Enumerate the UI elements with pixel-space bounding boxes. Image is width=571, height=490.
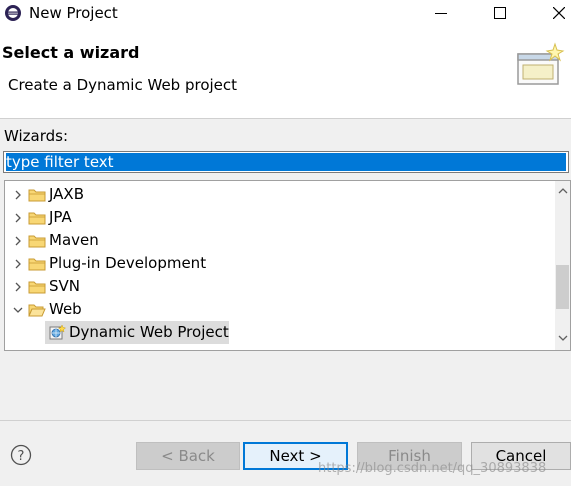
scroll-thumb[interactable] [556,265,569,309]
folder-icon [28,189,46,202]
close-button[interactable] [536,0,571,26]
chevron-right-icon[interactable] [11,211,25,225]
wizard-tree[interactable]: JAXB JPA Maven Plug-in Development SVN W… [4,180,571,351]
footer-divider [0,420,571,421]
vertical-scrollbar[interactable] [555,181,570,350]
chevron-right-icon[interactable] [11,234,25,248]
tree-item-label: Dynamic Web Project [69,323,229,341]
minimize-button[interactable] [418,0,464,26]
tree-item-plugin-development[interactable]: Plug-in Development [5,252,555,275]
banner-description: Create a Dynamic Web project [8,76,238,94]
tree-item-jpa[interactable]: JPA [5,206,555,229]
tree-item-label: JPA [49,208,72,226]
wizards-label: Wizards: [4,127,69,145]
back-button[interactable]: < Back [136,442,240,470]
tree-item-label: SVN [49,277,81,295]
chevron-down-icon[interactable] [11,303,25,317]
banner-title: Select a wizard [2,43,140,62]
maximize-icon [494,7,506,19]
tree-item-dynamic-web-project[interactable]: Dynamic Web Project [5,321,555,344]
scroll-up-icon[interactable] [558,187,568,195]
tree-item-label: Maven [49,231,99,249]
maximize-button[interactable] [477,0,523,26]
web-project-icon [49,324,66,340]
folder-open-icon [28,304,46,317]
folder-icon [28,235,46,248]
svg-text:?: ? [18,449,25,464]
window-title: New Project [29,4,118,22]
folder-icon [28,281,46,294]
tree-item-maven[interactable]: Maven [5,229,555,252]
tree-item-label: JAXB [49,185,84,203]
title-bar: New Project [0,0,571,26]
bottom-strip [0,486,571,490]
minimize-icon [435,13,447,14]
chevron-right-icon[interactable] [11,188,25,202]
close-icon [553,7,565,19]
wizard-banner: Select a wizard Create a Dynamic Web pro… [0,26,571,119]
watermark: https://blog.csdn.net/qq_30893838 [318,461,547,476]
eclipse-icon [5,5,21,21]
tree-item-web[interactable]: Web [5,298,555,321]
folder-icon [28,258,46,271]
scroll-down-icon[interactable] [558,334,568,342]
folder-icon [28,212,46,225]
help-icon[interactable]: ? [10,444,32,466]
tree-item-jaxb[interactable]: JAXB [5,183,555,206]
tree-item-svn[interactable]: SVN [5,275,555,298]
chevron-right-icon[interactable] [11,257,25,271]
tree-item-label: Plug-in Development [49,254,207,272]
wizard-banner-icon [517,42,565,85]
filter-input[interactable] [3,151,569,173]
chevron-right-icon[interactable] [11,280,25,294]
tree-item-label: Web [49,300,82,318]
